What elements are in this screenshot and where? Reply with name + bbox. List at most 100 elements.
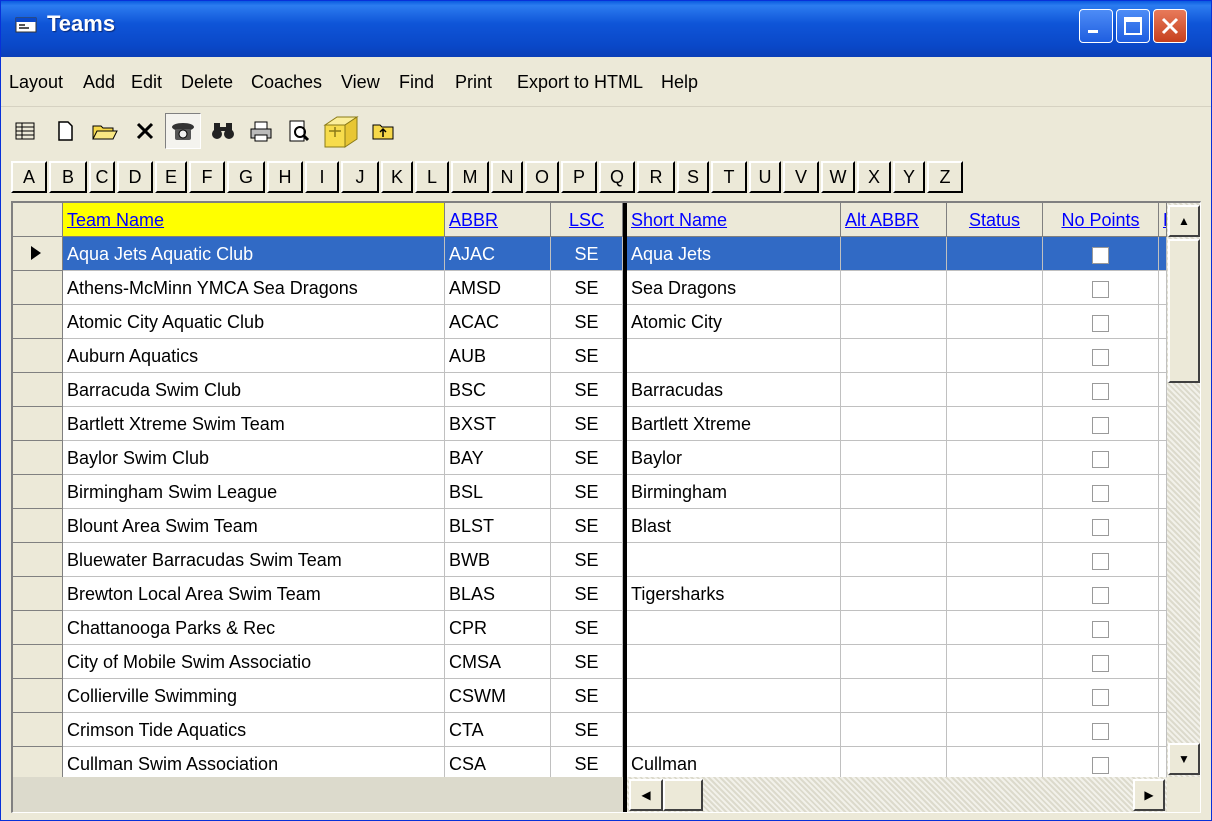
cell-team-name[interactable]: Chattanooga Parks & Rec (63, 611, 445, 645)
cell-partial[interactable] (1159, 645, 1167, 679)
vertical-scroll-thumb[interactable] (1168, 239, 1200, 383)
menu-find[interactable]: Find (399, 72, 434, 93)
row-selector[interactable] (13, 509, 63, 543)
cell-lsc[interactable]: SE (551, 271, 623, 305)
cell-abbr[interactable]: CSA (445, 747, 551, 781)
menu-coaches[interactable]: Coaches (251, 72, 322, 93)
row-selector[interactable] (13, 645, 63, 679)
no-points-checkbox[interactable] (1092, 654, 1109, 672)
column-header-abbr[interactable]: ABBR (445, 203, 551, 237)
cell-status[interactable] (947, 271, 1043, 305)
no-points-checkbox[interactable] (1092, 348, 1109, 366)
cell-team-name[interactable]: Cullman Swim Association (63, 747, 445, 781)
menu-print[interactable]: Print (455, 72, 492, 93)
vertical-scrollbar[interactable]: ▲ ▼ (1167, 203, 1200, 777)
cell-lsc[interactable]: SE (551, 441, 623, 475)
cell-no-points[interactable] (1043, 577, 1159, 611)
scroll-up-button[interactable]: ▲ (1168, 205, 1200, 237)
binoculars-icon[interactable] (205, 113, 241, 149)
title-bar[interactable]: Teams (1, 1, 1211, 57)
cell-team-name[interactable]: Aqua Jets Aquatic Club (63, 237, 445, 271)
no-points-checkbox[interactable] (1092, 416, 1109, 434)
column-header-no-points[interactable]: No Points (1043, 203, 1159, 237)
column-header-lsc[interactable]: LSC (551, 203, 623, 237)
cell-team-name[interactable]: Crimson Tide Aquatics (63, 713, 445, 747)
row-selector[interactable] (13, 611, 63, 645)
letter-button-j[interactable]: J (341, 161, 379, 193)
cell-partial[interactable] (1159, 339, 1167, 373)
row-selector[interactable] (13, 475, 63, 509)
cell-no-points[interactable] (1043, 407, 1159, 441)
cell-status[interactable] (947, 645, 1043, 679)
row-selector[interactable] (13, 237, 63, 271)
horizontal-scrollbar[interactable]: ◀ ▶ (627, 777, 1167, 812)
cell-alt-abbr[interactable] (841, 305, 947, 339)
row-selector[interactable] (13, 543, 63, 577)
letter-button-s[interactable]: S (677, 161, 709, 193)
cell-alt-abbr[interactable] (841, 339, 947, 373)
no-points-checkbox[interactable] (1092, 382, 1109, 400)
column-header-alt-abbr[interactable]: Alt ABBR (841, 203, 947, 237)
letter-button-a[interactable]: A (11, 161, 47, 193)
no-points-checkbox[interactable] (1092, 688, 1109, 706)
cell-alt-abbr[interactable] (841, 475, 947, 509)
cell-alt-abbr[interactable] (841, 271, 947, 305)
cell-team-name[interactable]: Auburn Aquatics (63, 339, 445, 373)
cell-abbr[interactable]: BSC (445, 373, 551, 407)
cell-lsc[interactable]: SE (551, 509, 623, 543)
scroll-down-button[interactable]: ▼ (1168, 743, 1200, 775)
cell-partial[interactable] (1159, 713, 1167, 747)
cell-team-name[interactable]: Bartlett Xtreme Swim Team (63, 407, 445, 441)
letter-button-g[interactable]: G (227, 161, 265, 193)
cell-partial[interactable] (1159, 679, 1167, 713)
letter-button-u[interactable]: U (749, 161, 781, 193)
cell-status[interactable] (947, 713, 1043, 747)
cell-lsc[interactable]: SE (551, 407, 623, 441)
no-points-checkbox[interactable] (1092, 450, 1109, 468)
menu-delete[interactable]: Delete (181, 72, 233, 93)
menu-help[interactable]: Help (661, 72, 698, 93)
row-selector[interactable] (13, 441, 63, 475)
cell-team-name[interactable]: Birmingham Swim League (63, 475, 445, 509)
letter-button-t[interactable]: T (711, 161, 747, 193)
letter-button-e[interactable]: E (155, 161, 187, 193)
cell-alt-abbr[interactable] (841, 747, 947, 781)
cell-abbr[interactable]: CTA (445, 713, 551, 747)
cell-status[interactable] (947, 237, 1043, 271)
cell-short-name[interactable]: Sea Dragons (627, 271, 841, 305)
cell-short-name[interactable]: Birmingham (627, 475, 841, 509)
cell-no-points[interactable] (1043, 305, 1159, 339)
cell-lsc[interactable]: SE (551, 339, 623, 373)
letter-button-h[interactable]: H (267, 161, 303, 193)
cell-lsc[interactable]: SE (551, 237, 623, 271)
cell-short-name[interactable] (627, 679, 841, 713)
cell-no-points[interactable] (1043, 713, 1159, 747)
menu-edit[interactable]: Edit (131, 72, 162, 93)
cell-no-points[interactable] (1043, 611, 1159, 645)
cell-short-name[interactable] (627, 543, 841, 577)
cell-alt-abbr[interactable] (841, 509, 947, 543)
column-header-team-name[interactable]: Team Name (63, 203, 445, 237)
no-points-checkbox[interactable] (1092, 518, 1109, 536)
no-points-checkbox[interactable] (1092, 756, 1109, 774)
letter-button-y[interactable]: Y (893, 161, 925, 193)
cell-partial[interactable] (1159, 373, 1167, 407)
cell-abbr[interactable]: BWB (445, 543, 551, 577)
print-preview-icon[interactable] (281, 113, 317, 149)
cell-status[interactable] (947, 475, 1043, 509)
menu-add[interactable]: Add (83, 72, 115, 93)
cell-short-name[interactable]: Cullman (627, 747, 841, 781)
cell-partial[interactable] (1159, 305, 1167, 339)
cell-abbr[interactable]: AUB (445, 339, 551, 373)
column-header-partial[interactable]: F (1159, 203, 1167, 237)
menu-export-to-html[interactable]: Export to HTML (517, 72, 643, 93)
cell-team-name[interactable]: Blount Area Swim Team (63, 509, 445, 543)
no-points-checkbox[interactable] (1092, 552, 1109, 570)
cell-alt-abbr[interactable] (841, 543, 947, 577)
cell-no-points[interactable] (1043, 441, 1159, 475)
cell-short-name[interactable]: Tigersharks (627, 577, 841, 611)
column-splitter[interactable] (623, 203, 627, 812)
cell-abbr[interactable]: BAY (445, 441, 551, 475)
no-points-checkbox[interactable] (1092, 246, 1109, 264)
cell-status[interactable] (947, 747, 1043, 781)
